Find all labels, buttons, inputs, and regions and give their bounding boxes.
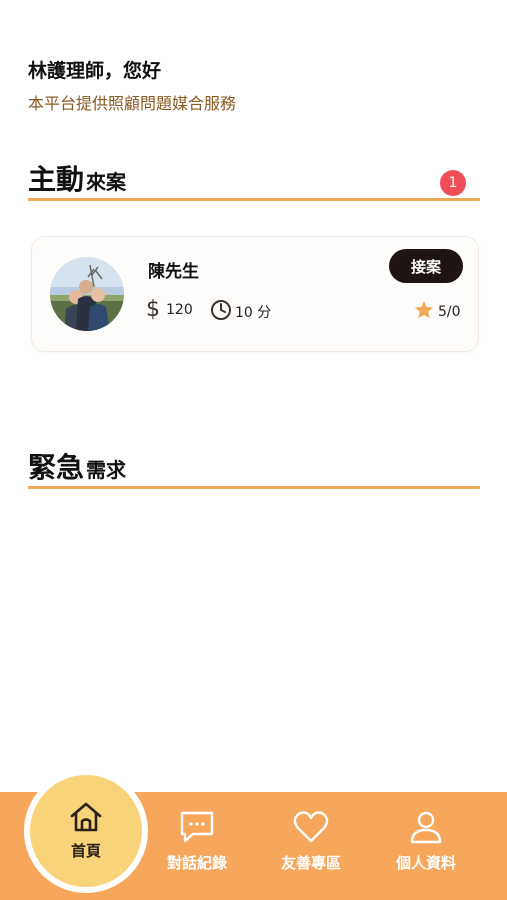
active-cases-divider xyxy=(28,198,480,201)
greeting: 林護理師，您好 xyxy=(28,60,162,82)
chat-icon xyxy=(179,810,215,848)
star-icon xyxy=(413,299,435,325)
notification-badge: 1 xyxy=(440,170,466,196)
urgent-needs-title: 緊急 需求 xyxy=(28,446,126,486)
nav-friendly-zone[interactable]: 友善專區 xyxy=(256,810,366,873)
bottom-nav: 首頁 對話紀錄 友善專區 個人資料 xyxy=(0,769,507,900)
clock-icon xyxy=(210,299,232,325)
nav-chat-history-label: 對話紀錄 xyxy=(166,854,227,872)
nav-home[interactable]: 首頁 xyxy=(24,769,148,893)
nav-friendly-zone-label: 友善專區 xyxy=(280,854,341,872)
urgent-needs-divider xyxy=(28,486,480,489)
urgent-needs-title-sub: 需求 xyxy=(86,458,127,482)
price: $ 120 xyxy=(146,299,193,321)
urgent-needs-title-main: 緊急 xyxy=(28,451,85,484)
duration-value: 10 分 xyxy=(235,305,272,321)
home-icon xyxy=(69,802,103,836)
nav-profile-label: 個人資料 xyxy=(395,854,456,872)
active-cases-title: 主動 來案 xyxy=(28,158,126,198)
active-cases-title-main: 主動 xyxy=(28,163,85,196)
nav-home-label: 首頁 xyxy=(70,841,101,860)
price-value: 120 xyxy=(166,302,193,318)
avatar xyxy=(50,257,124,331)
rating-value: 5/0 xyxy=(438,304,461,320)
nav-chat-history[interactable]: 對話紀錄 xyxy=(142,810,252,873)
case-card[interactable]: 陳先生 接案 $ 120 10 分 5/0 xyxy=(31,236,479,352)
duration: 10 分 xyxy=(210,299,271,325)
nav-profile[interactable]: 個人資料 xyxy=(371,810,481,873)
active-cases-title-sub: 來案 xyxy=(86,170,127,194)
dollar-icon: $ xyxy=(146,297,160,322)
rating: 5/0 xyxy=(413,299,461,325)
user-icon xyxy=(408,810,444,848)
client-name: 陳先生 xyxy=(148,262,199,282)
subtitle: 本平台提供照顧問題媒合服務 xyxy=(28,94,237,113)
heart-icon xyxy=(293,810,329,848)
accept-case-button[interactable]: 接案 xyxy=(389,249,463,283)
